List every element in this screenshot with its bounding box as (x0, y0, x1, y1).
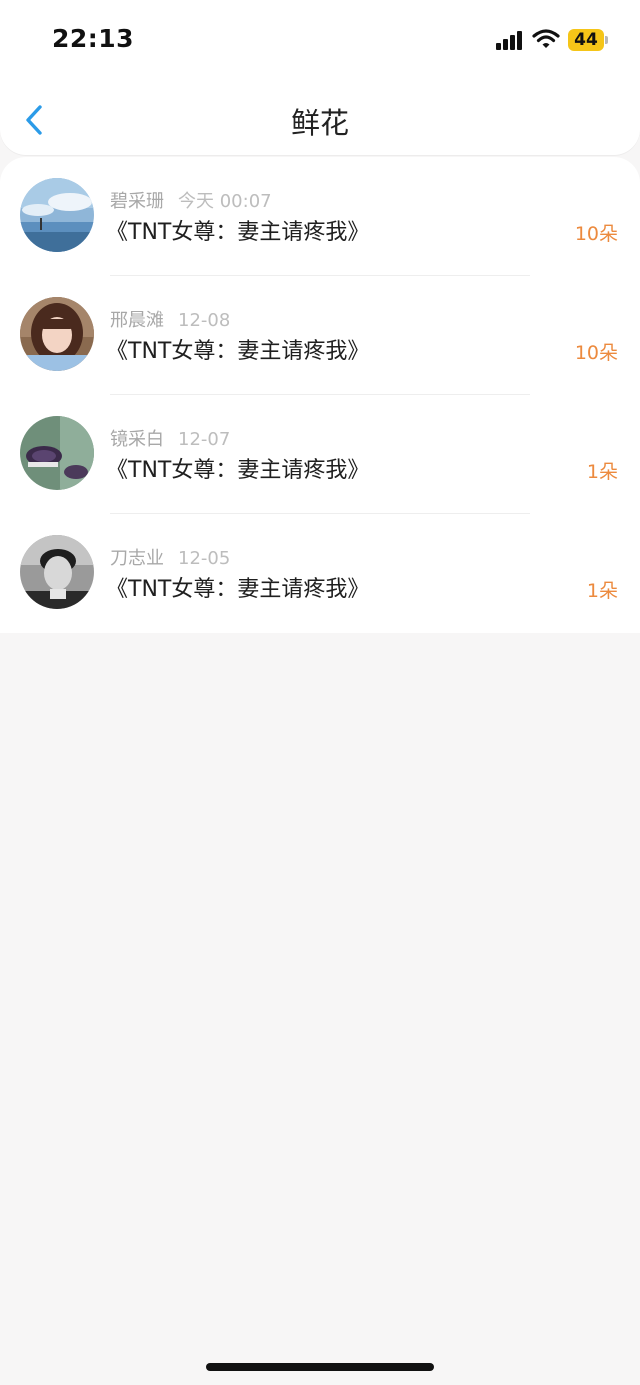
book-title: 《TNT女尊：妻主请疼我》 (106, 220, 370, 245)
header: 22:13 44 鲜花 (0, 0, 640, 155)
send-date: 12-05 (178, 548, 231, 569)
send-date: 12-07 (178, 429, 231, 450)
wifi-icon (532, 28, 560, 50)
flower-count: 1朵 (586, 580, 618, 602)
sender-name: 邢晨滩 (110, 310, 164, 331)
item-meta: 镜采白 12-07 (110, 425, 230, 451)
status-bar: 22:13 44 (0, 0, 640, 80)
send-date: 今天 00:07 (178, 191, 272, 212)
flower-count: 1朵 (586, 461, 618, 483)
status-time: 22:13 (52, 24, 135, 53)
sender-name: 镜采白 (110, 429, 164, 450)
item-meta: 刀志业 12-05 (110, 544, 230, 570)
signal-icon (496, 30, 526, 50)
item-meta: 邢晨滩 12-08 (110, 306, 230, 332)
list-item[interactable]: 刀志业 12-05 《TNT女尊：妻主请疼我》 1朵 (0, 514, 640, 633)
avatar[interactable] (20, 416, 94, 490)
list-item[interactable]: 邢晨滩 12-08 《TNT女尊：妻主请疼我》 10朵 (0, 276, 640, 395)
avatar[interactable] (20, 535, 94, 609)
battery-level: 44 (574, 30, 598, 50)
flower-list: 碧采珊 今天 00:07 《TNT女尊：妻主请疼我》 10朵 邢晨滩 12-08 《… (0, 157, 640, 633)
avatar[interactable] (20, 178, 94, 252)
send-date: 12-08 (178, 310, 231, 331)
book-title: 《TNT女尊：妻主请疼我》 (106, 458, 370, 483)
home-indicator[interactable] (206, 1363, 434, 1371)
battery-icon: 44 (568, 29, 608, 51)
book-title: 《TNT女尊：妻主请疼我》 (106, 339, 370, 364)
page-title: 鲜花 (290, 106, 349, 140)
avatar[interactable] (20, 297, 94, 371)
sender-name: 碧采珊 (110, 191, 164, 212)
list-item[interactable]: 镜采白 12-07 《TNT女尊：妻主请疼我》 1朵 (0, 395, 640, 514)
item-meta: 碧采珊 今天 00:07 (110, 187, 272, 213)
list-item[interactable]: 碧采珊 今天 00:07 《TNT女尊：妻主请疼我》 10朵 (0, 157, 640, 276)
book-title: 《TNT女尊：妻主请疼我》 (106, 577, 370, 602)
flower-count: 10朵 (574, 342, 618, 364)
sender-name: 刀志业 (110, 548, 164, 569)
flower-count: 10朵 (574, 223, 618, 245)
